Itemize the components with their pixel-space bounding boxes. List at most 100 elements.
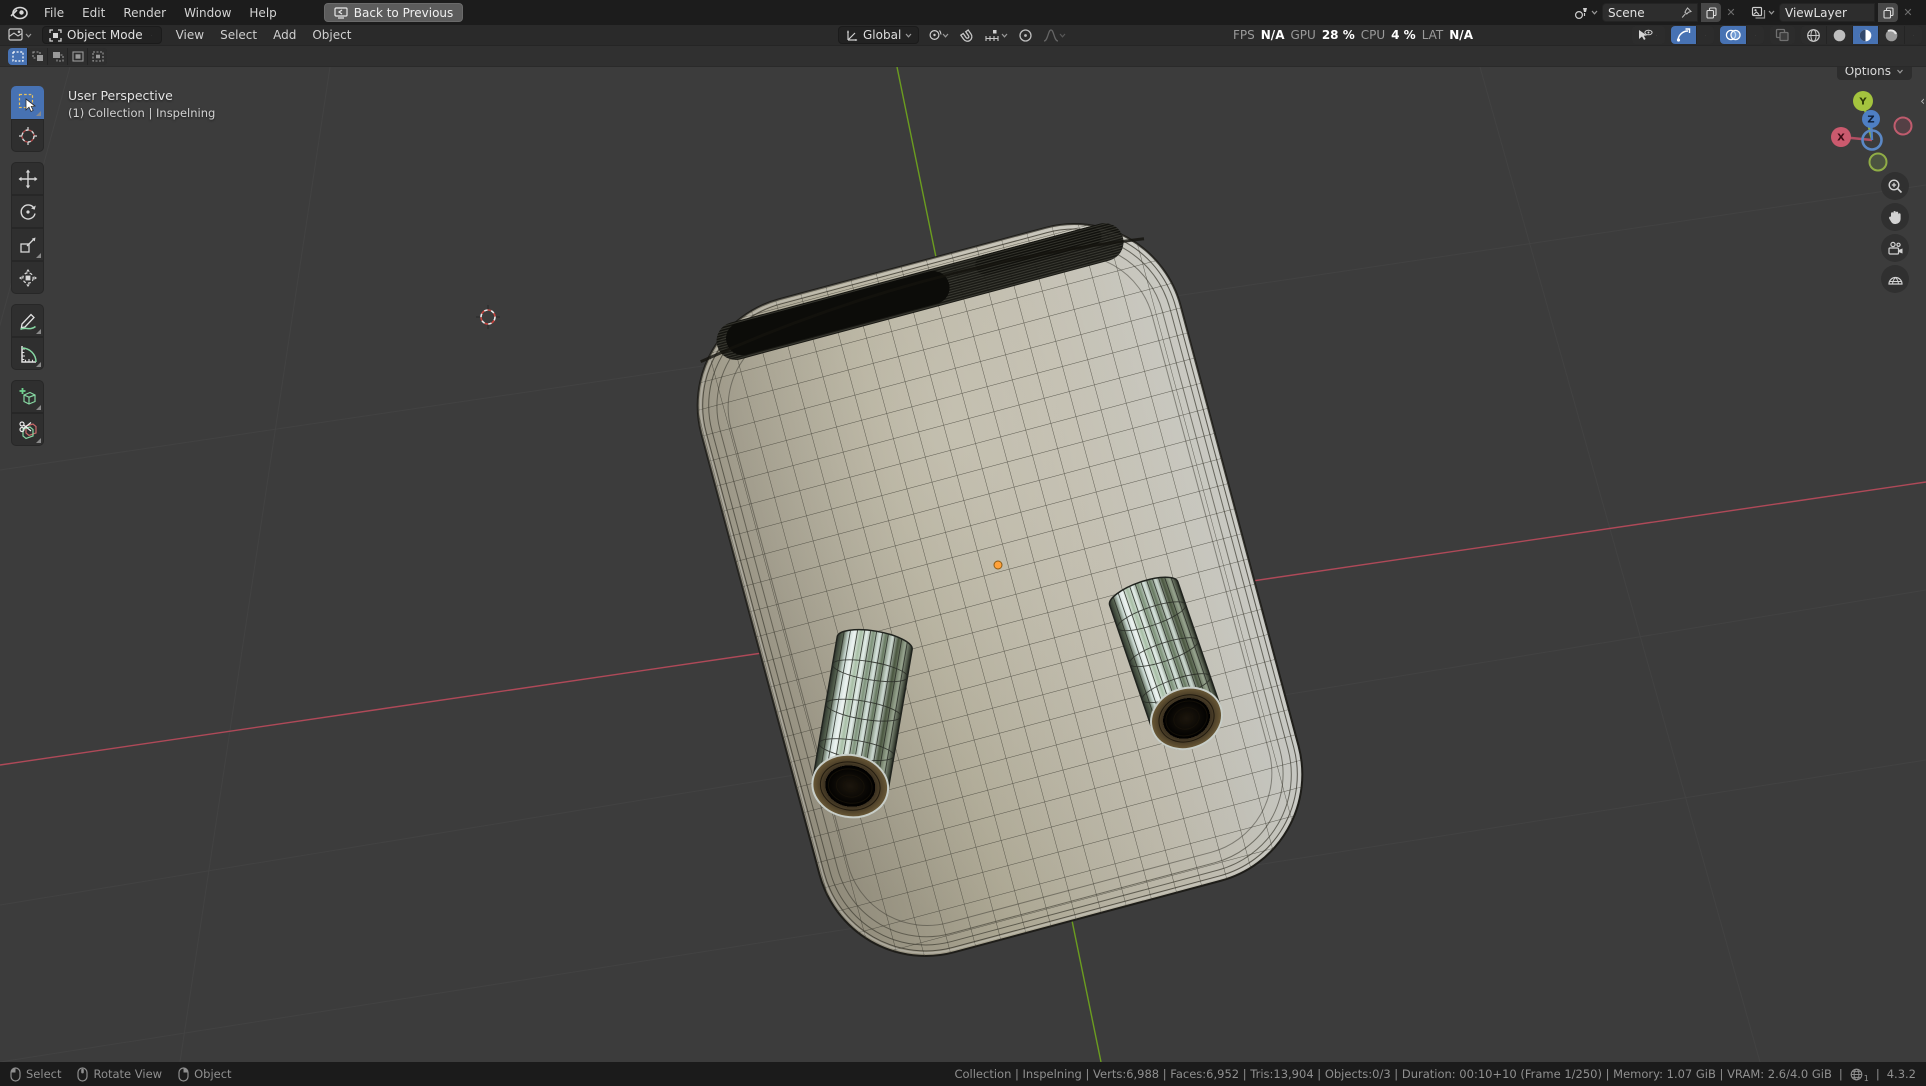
scene-name-field[interactable]: Scene [1602, 3, 1698, 22]
tool-move[interactable] [11, 162, 44, 195]
navigation-gizmo[interactable]: Y Z X [1826, 80, 1916, 176]
select-subtract-icon [52, 51, 64, 62]
gizmo-x-label: X [1837, 133, 1845, 144]
show-overlays-toggle[interactable] [1720, 26, 1746, 44]
selectability-dropdown[interactable] [1632, 26, 1665, 44]
chevron-down-icon [25, 33, 32, 38]
snap-toggle[interactable] [957, 28, 976, 43]
mouse-left-click-icon [10, 1066, 21, 1082]
viewport-3d[interactable] [0, 67, 1926, 1062]
shading-dropdown[interactable] [1905, 26, 1922, 44]
proportional-editing-toggle[interactable] [1016, 28, 1035, 43]
sidebar-collapse-arrow[interactable]: ‹ [1920, 94, 1925, 108]
zoom-button[interactable] [1881, 172, 1909, 200]
menu-object[interactable]: Object [304, 26, 359, 44]
chevron-down-icon [1001, 33, 1008, 38]
mouse-hint-select: Select [10, 1066, 61, 1082]
transform-tools: Global [838, 26, 1068, 44]
shading-rendered-button[interactable] [1879, 26, 1904, 44]
orientation-label: Global [863, 28, 902, 42]
blender-logo[interactable] [6, 5, 35, 21]
select-mode-subtract-button[interactable] [48, 47, 67, 65]
menu-view[interactable]: View [168, 26, 212, 44]
camera-view-button[interactable] [1881, 234, 1909, 262]
tool-rotate[interactable] [11, 195, 44, 228]
tool-add-cube[interactable] [11, 380, 44, 413]
overlays-dropdown[interactable] [1747, 26, 1764, 44]
select-box-icon [18, 93, 36, 112]
orientation-axes-icon [847, 29, 858, 41]
shading-material-button[interactable] [1853, 26, 1878, 44]
mode-dropdown[interactable]: Object Mode [42, 26, 162, 44]
menu-select[interactable]: Select [212, 26, 265, 44]
select-mode-set-button[interactable] [8, 47, 27, 65]
scene-copy-button[interactable] [1701, 3, 1721, 22]
cpu-value: 4 % [1391, 28, 1416, 42]
tool-duplicate-cut[interactable] [11, 413, 44, 446]
fps-label: FPS [1233, 28, 1255, 42]
tool-cursor[interactable] [11, 119, 44, 152]
select-mode-intersect-button[interactable] [88, 47, 107, 65]
chevron-down-icon [942, 33, 949, 38]
lat-label: LAT [1421, 28, 1444, 42]
viewport-header: Object Mode View Select Add Object Globa… [0, 25, 1926, 46]
xray-toggle[interactable] [1770, 26, 1795, 44]
menu-edit[interactable]: Edit [73, 4, 114, 22]
network-status[interactable]: 1 [1850, 1068, 1869, 1083]
cursor-eye-icon [1639, 29, 1653, 40]
shading-solid-button[interactable] [1827, 26, 1852, 44]
blender-logo-icon [10, 6, 28, 19]
tool-scale[interactable] [11, 228, 44, 261]
scene-unlink-button[interactable]: ✕ [1723, 6, 1739, 19]
menu-file[interactable]: File [35, 4, 73, 22]
object-origin-point [993, 560, 1003, 570]
scale-icon [19, 237, 35, 253]
viewlayer-copy-button[interactable] [1878, 3, 1898, 22]
move-icon [18, 169, 37, 188]
viewlayer-name-field[interactable]: ViewLayer [1779, 3, 1875, 22]
editor-3d-viewport-icon [8, 27, 23, 41]
editor-type-dropdown[interactable] [4, 27, 36, 43]
select-mode-invert-button[interactable] [68, 47, 87, 65]
viewlayer-name: ViewLayer [1785, 5, 1847, 20]
scene-icon [1574, 7, 1587, 19]
gizmo-x-neg-ball[interactable] [1893, 116, 1913, 136]
performance-stats: FPS N/A GPU 28 % CPU 4 % LAT N/A [1233, 28, 1473, 42]
toggle-ortho-button[interactable] [1881, 265, 1909, 293]
tool-settings-bar [0, 46, 1926, 67]
shading-solid-icon [1833, 29, 1846, 41]
hint-object-label: Object [194, 1067, 232, 1081]
snap-target-dropdown[interactable] [982, 29, 1010, 42]
proportional-circle-icon [1019, 28, 1032, 42]
back-to-previous-button[interactable]: Back to Previous [323, 3, 464, 22]
menu-window[interactable]: Window [175, 4, 240, 22]
viewlayer-type-dropdown[interactable] [1749, 5, 1777, 21]
gizmo-y-neg-ball[interactable] [1868, 152, 1888, 172]
proportional-falloff-dropdown[interactable] [1041, 28, 1068, 42]
scene-type-dropdown[interactable] [1572, 5, 1600, 21]
transform-orientation-dropdown[interactable]: Global [838, 26, 920, 44]
select-mode-extend-button[interactable] [28, 47, 47, 65]
pan-button[interactable] [1881, 203, 1909, 231]
mouse-hint-object: Object [178, 1066, 232, 1082]
menu-help[interactable]: Help [240, 4, 285, 22]
gizmo-dropdown[interactable] [1697, 26, 1714, 44]
chevron-down-icon [1591, 10, 1598, 15]
mode-label: Object Mode [67, 28, 143, 42]
gpu-value: 28 % [1321, 28, 1355, 42]
blender-version: 4.3.2 [1886, 1067, 1916, 1081]
shading-wireframe-button[interactable] [1801, 26, 1826, 44]
viewlayer-remove-button[interactable]: ✕ [1900, 6, 1916, 19]
pivot-point-dropdown[interactable] [925, 28, 951, 42]
scene-statistics: Collection | Inspelning | Verts:6,988 | … [954, 1067, 1916, 1083]
menu-render[interactable]: Render [114, 4, 175, 22]
tool-select-box[interactable] [11, 86, 44, 119]
chevron-down-icon [1768, 10, 1775, 15]
menu-add[interactable]: Add [265, 26, 304, 44]
rotate-icon [20, 203, 36, 220]
tool-transform[interactable] [11, 261, 44, 294]
tool-measure[interactable] [11, 337, 44, 370]
tool-annotate[interactable] [11, 304, 44, 337]
show-gizmo-toggle[interactable] [1671, 26, 1696, 44]
pin-icon[interactable] [1681, 6, 1692, 19]
